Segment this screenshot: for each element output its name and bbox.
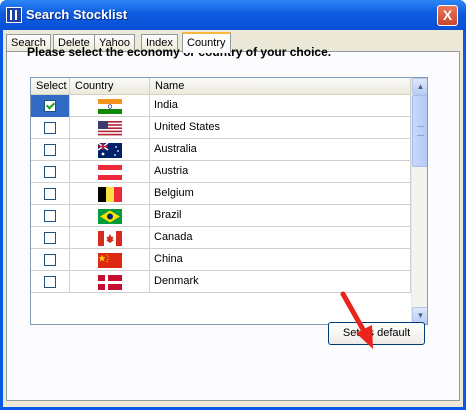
table-row[interactable]: United States — [31, 117, 411, 139]
australia-flag-icon — [98, 143, 122, 158]
brazil-flag-icon — [98, 209, 122, 224]
table-row[interactable]: China — [31, 249, 411, 271]
select-checkbox[interactable] — [44, 122, 56, 134]
flag-cell — [70, 183, 150, 205]
flag-cell — [70, 227, 150, 249]
country-name: China — [150, 249, 411, 271]
app-icon — [6, 7, 22, 23]
close-button[interactable]: X — [437, 5, 458, 26]
denmark-flag-icon — [98, 275, 122, 290]
flag-cell — [70, 117, 150, 139]
app-window: Search Stocklist X Search Delete Yahoo I… — [0, 0, 466, 410]
select-checkbox[interactable] — [44, 254, 56, 266]
select-cell[interactable] — [31, 161, 70, 183]
table-row[interactable]: Brazil — [31, 205, 411, 227]
flag-cell — [70, 205, 150, 227]
grid-scrollbar[interactable]: ▲ ▼ — [411, 78, 427, 324]
country-name: Australia — [150, 139, 411, 161]
column-header-select[interactable]: Select — [31, 78, 70, 95]
set-as-default-button[interactable]: Set as default — [328, 322, 425, 345]
select-checkbox[interactable] — [44, 232, 56, 244]
country-grid: Select Country Name India United States … — [30, 77, 428, 325]
flag-cell — [70, 249, 150, 271]
table-row[interactable]: Austria — [31, 161, 411, 183]
country-name: Canada — [150, 227, 411, 249]
flag-cell — [70, 271, 150, 293]
table-row[interactable]: Denmark — [31, 271, 411, 293]
instruction-text: Please select the economy or country of … — [27, 45, 332, 59]
grid-header: Select Country Name — [31, 78, 411, 95]
column-header-name[interactable]: Name — [150, 78, 411, 95]
country-name: India — [150, 95, 411, 117]
select-cell[interactable] — [31, 95, 70, 117]
select-cell[interactable] — [31, 205, 70, 227]
select-checkbox[interactable] — [44, 276, 56, 288]
tab-country[interactable]: Country — [182, 32, 231, 53]
window-title: Search Stocklist — [26, 7, 128, 22]
select-checkbox[interactable] — [44, 166, 56, 178]
country-name: United States — [150, 117, 411, 139]
table-row[interactable]: India — [31, 95, 411, 117]
flag-cell — [70, 95, 150, 117]
select-cell[interactable] — [31, 139, 70, 161]
table-row[interactable]: Canada — [31, 227, 411, 249]
canada-flag-icon — [98, 231, 122, 246]
belgium-flag-icon — [98, 187, 122, 202]
title-bar[interactable]: Search Stocklist X — [0, 0, 466, 30]
grid-rows: India United States Australia Austria Be… — [31, 95, 411, 293]
select-checkbox[interactable] — [44, 100, 56, 112]
select-cell[interactable] — [31, 117, 70, 139]
country-name: Belgium — [150, 183, 411, 205]
select-cell[interactable] — [31, 183, 70, 205]
select-checkbox[interactable] — [44, 210, 56, 222]
country-name: Austria — [150, 161, 411, 183]
table-row[interactable]: Belgium — [31, 183, 411, 205]
table-row[interactable]: Australia — [31, 139, 411, 161]
country-name: Denmark — [150, 271, 411, 293]
country-name: Brazil — [150, 205, 411, 227]
column-header-country[interactable]: Country — [70, 78, 150, 95]
austria-flag-icon — [98, 165, 122, 180]
scroll-thumb[interactable] — [412, 95, 427, 167]
us-flag-icon — [98, 121, 122, 136]
select-cell[interactable] — [31, 271, 70, 293]
scroll-up-button[interactable]: ▲ — [412, 78, 427, 95]
select-checkbox[interactable] — [44, 144, 56, 156]
select-checkbox[interactable] — [44, 188, 56, 200]
china-flag-icon — [98, 253, 122, 268]
select-cell[interactable] — [31, 249, 70, 271]
select-cell[interactable] — [31, 227, 70, 249]
flag-cell — [70, 161, 150, 183]
flag-cell — [70, 139, 150, 161]
india-flag-icon — [98, 99, 122, 114]
